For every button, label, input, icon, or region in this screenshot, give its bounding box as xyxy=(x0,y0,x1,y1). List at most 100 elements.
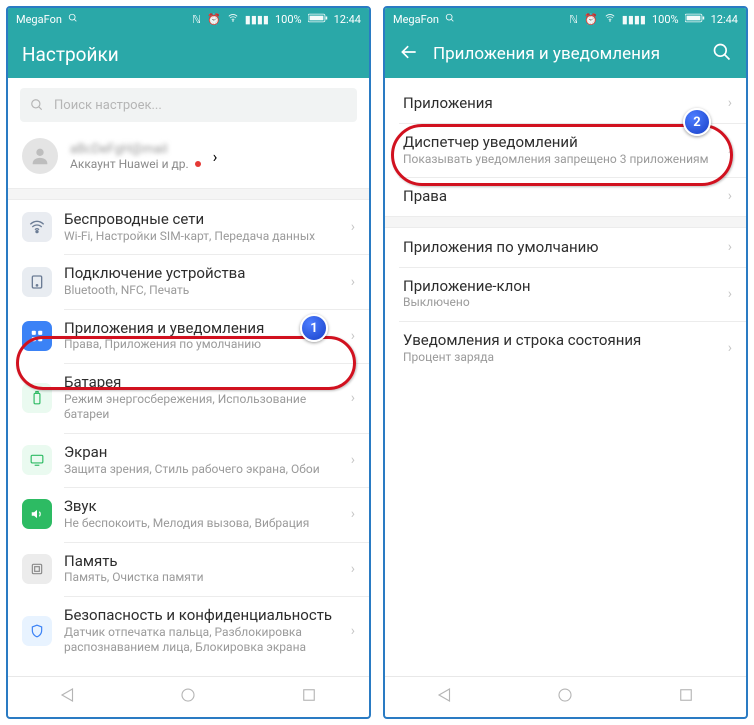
app-bar: Настройки xyxy=(8,30,369,78)
notification-dot-icon xyxy=(195,161,201,167)
row-label: Приложения и уведомления xyxy=(64,319,347,338)
battery-label: 100% xyxy=(652,13,679,26)
row-label: Беспроводные сети xyxy=(64,210,347,229)
battery-settings-icon xyxy=(22,383,52,413)
chevron-right-icon: › xyxy=(724,340,736,356)
row-notifications-statusbar[interactable]: Уведомления и строка состояния Процент з… xyxy=(385,321,746,375)
content-area: Поиск настроек... aBcDeFgH@mail Аккаунт … xyxy=(8,78,369,676)
nfc-icon: ℕ xyxy=(192,13,201,26)
row-wireless[interactable]: Беспроводные сети Wi-Fi, Настройки SIM-к… xyxy=(8,200,369,254)
chevron-right-icon: › xyxy=(213,147,218,166)
row-label: Уведомления и строка состояния xyxy=(403,331,724,350)
row-label: Приложения xyxy=(403,94,724,113)
back-button[interactable] xyxy=(399,42,419,67)
row-sub: Wi-Fi, Настройки SIM-карт, Передача данн… xyxy=(64,229,347,245)
page-title: Приложения и уведомления xyxy=(433,44,698,64)
row-sub: Защита зрения, Стиль рабочего экрана, Об… xyxy=(64,462,347,478)
section-gap xyxy=(8,188,369,200)
time-label: 12:44 xyxy=(711,13,738,26)
row-label: Приложение-клон xyxy=(403,277,724,296)
right-phone: MegaFon ℕ ⏰ ▮▮▮▮ 100% 12:44 Приложения и… xyxy=(383,6,748,719)
section-gap xyxy=(385,216,746,228)
row-battery[interactable]: Батарея Режим энергосбережения, Использо… xyxy=(8,363,369,433)
time-label: 12:44 xyxy=(334,13,361,26)
chevron-right-icon: › xyxy=(724,188,736,204)
shield-icon xyxy=(22,616,52,646)
row-notification-manager[interactable]: Диспетчер уведомлений Показывать уведомл… xyxy=(385,123,746,177)
chevron-right-icon: › xyxy=(347,452,359,468)
chevron-right-icon: › xyxy=(347,219,359,235)
row-applications[interactable]: Приложения › xyxy=(385,84,746,123)
chevron-right-icon: › xyxy=(347,274,359,290)
row-apps-notifications[interactable]: Приложения и уведомления Права, Приложен… xyxy=(8,309,369,363)
row-sub: Датчик отпечатка пальца, Разблокировка р… xyxy=(64,625,347,656)
search-button[interactable] xyxy=(712,42,732,67)
row-label: Батарея xyxy=(64,373,347,392)
apps-icon xyxy=(22,321,52,351)
row-sub: Выключено xyxy=(403,295,724,311)
battery-icon xyxy=(685,13,705,26)
row-sub: Показывать уведомления запрещено 3 прило… xyxy=(403,152,724,168)
search-placeholder: Поиск настроек... xyxy=(54,98,162,113)
row-default-apps[interactable]: Приложения по умолчанию › xyxy=(385,228,746,267)
app-bar: Приложения и уведомления xyxy=(385,30,746,78)
bluetooth-icon xyxy=(22,267,52,297)
sound-icon xyxy=(22,499,52,529)
account-text: aBcDeFgH@mail Аккаунт Huawei и др. xyxy=(70,142,201,171)
alarm-icon: ⏰ xyxy=(584,13,598,26)
nav-bar xyxy=(8,676,369,717)
account-sub: Аккаунт Huawei и др. xyxy=(70,157,189,171)
page-title: Настройки xyxy=(22,43,355,66)
row-security[interactable]: Безопасность и конфиденциальность Датчик… xyxy=(8,596,369,666)
row-label: Права xyxy=(403,187,724,206)
chevron-right-icon: › xyxy=(724,286,736,302)
row-label: Безопасность и конфиденциальность xyxy=(64,606,347,625)
row-label: Приложения по умолчанию xyxy=(403,238,724,257)
nav-home-button[interactable] xyxy=(179,686,197,708)
wifi-icon xyxy=(227,13,239,26)
row-device-connection[interactable]: Подключение устройства Bluetooth, NFC, П… xyxy=(8,254,369,308)
search-mini-icon xyxy=(68,13,78,26)
nav-recent-button[interactable] xyxy=(677,686,695,708)
row-sub: Процент заряда xyxy=(403,350,724,366)
search-input[interactable]: Поиск настроек... xyxy=(20,88,357,122)
chevron-right-icon: › xyxy=(724,95,736,111)
carrier-label: MegaFon xyxy=(393,13,439,26)
carrier-label: MegaFon xyxy=(16,13,62,26)
alarm-icon: ⏰ xyxy=(207,13,221,26)
chevron-right-icon: › xyxy=(347,328,359,344)
chevron-right-icon: › xyxy=(347,390,359,406)
battery-label: 100% xyxy=(275,13,302,26)
avatar-icon xyxy=(22,138,58,174)
chevron-right-icon: › xyxy=(724,142,736,158)
row-sound[interactable]: Звук Не беспокоить, Мелодия вызова, Вибр… xyxy=(8,487,369,541)
settings-list: Беспроводные сети Wi-Fi, Настройки SIM-к… xyxy=(8,200,369,666)
row-display[interactable]: Экран Защита зрения, Стиль рабочего экра… xyxy=(8,433,369,487)
wifi-settings-icon xyxy=(22,212,52,242)
nav-home-button[interactable] xyxy=(556,686,574,708)
row-sub: Bluetooth, NFC, Печать xyxy=(64,283,347,299)
content-area: Приложения › Диспетчер уведомлений Показ… xyxy=(385,78,746,676)
row-label: Память xyxy=(64,552,347,571)
signal-icon: ▮▮▮▮ xyxy=(245,13,269,26)
chevron-right-icon: › xyxy=(347,623,359,639)
row-sub: Режим энергосбережения, Использование ба… xyxy=(64,392,347,423)
nav-back-button[interactable] xyxy=(59,686,77,708)
row-label: Звук xyxy=(64,497,347,516)
signal-icon: ▮▮▮▮ xyxy=(622,13,646,26)
nav-recent-button[interactable] xyxy=(300,686,318,708)
row-sub: Не беспокоить, Мелодия вызова, Вибрация xyxy=(64,516,347,532)
nav-back-button[interactable] xyxy=(436,686,454,708)
row-sub: Права, Приложения по умолчанию xyxy=(64,337,347,353)
nav-bar xyxy=(385,676,746,717)
row-app-clone[interactable]: Приложение-клон Выключено › xyxy=(385,267,746,321)
row-label: Экран xyxy=(64,443,347,462)
chevron-right-icon: › xyxy=(347,561,359,577)
account-name-blurred: aBcDeFgH@mail xyxy=(70,142,201,157)
account-row[interactable]: aBcDeFgH@mail Аккаунт Huawei и др. › xyxy=(8,130,369,188)
row-memory[interactable]: Память Память, Очистка памяти › xyxy=(8,542,369,596)
row-sub: Память, Очистка памяти xyxy=(64,570,347,586)
search-icon xyxy=(30,98,44,112)
left-phone: MegaFon ℕ ⏰ ▮▮▮▮ 100% 12:44 Настройки По… xyxy=(6,6,371,719)
row-permissions[interactable]: Права › xyxy=(385,177,746,216)
